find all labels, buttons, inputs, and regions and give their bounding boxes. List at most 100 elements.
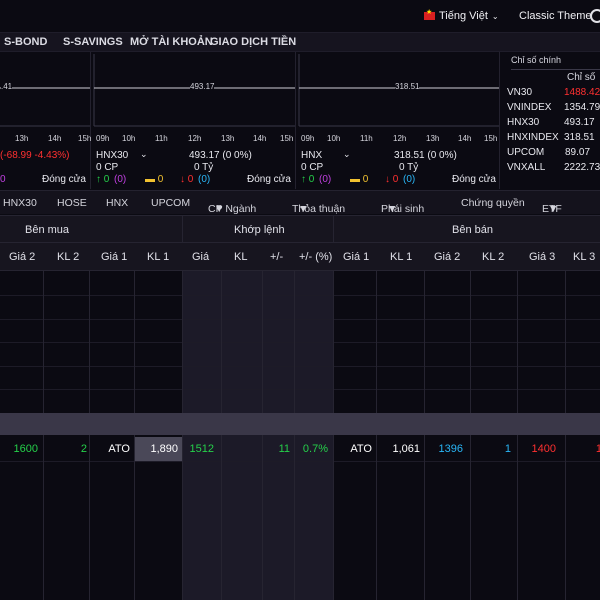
sell-price2-cell: 1396 [438, 443, 463, 455]
search-icon[interactable] [590, 9, 600, 23]
sell-vol2-cell: 1 [504, 443, 511, 455]
tick-label: 09h [301, 134, 315, 143]
theme-selector[interactable]: Classic Theme [519, 10, 592, 22]
tick-label: 14h [48, 134, 62, 143]
tab-upcom[interactable]: UPCOM [151, 197, 190, 209]
tick-label: 14h [253, 134, 267, 143]
index-row[interactable]: VN30 1488.42 [507, 87, 600, 101]
tab-hnx30[interactable]: HNX30 [3, 197, 37, 209]
index-panel-hnx30[interactable]: 493.17 09h 10h 11h 12h 13h 14h 15h HNX30… [92, 52, 296, 189]
col-buy-vol1[interactable]: KL 1 [147, 251, 169, 263]
col-sell-vol2[interactable]: KL 2 [482, 251, 504, 263]
tab-hnx[interactable]: HNX [106, 197, 128, 209]
row-divider [0, 342, 600, 343]
col-sell-vol1[interactable]: KL 1 [390, 251, 412, 263]
row-divider [0, 461, 600, 462]
index-row-name: HNXINDEX [507, 132, 559, 143]
nav-item-ssavings[interactable]: S-SAVINGS [63, 36, 123, 48]
index-name: HNX30 [96, 150, 129, 161]
chevron-down-icon[interactable]: ⌄ [140, 149, 148, 160]
col-sell-price2[interactable]: Giá 2 [434, 251, 460, 263]
time-axis: 13h 14h 15h [0, 134, 91, 144]
sell-vol3-cell: 1 [595, 443, 600, 455]
tick-label: 11h [155, 134, 168, 143]
index-row[interactable]: VNINDEX 1354.79 [507, 102, 600, 116]
index-row-value: 493.17 [564, 117, 595, 128]
index-chart: 493.17 [92, 52, 295, 127]
col-match-price[interactable]: Giá [192, 251, 209, 263]
tab-chung-quyen[interactable]: Chứng quyền [461, 197, 525, 209]
chevron-down-icon: ▼ [214, 203, 225, 215]
down-count: ↓ 0 [385, 174, 399, 185]
tick-label: 10h [327, 134, 341, 143]
col-divider [333, 271, 334, 600]
tick-label: 14h [458, 134, 472, 143]
index-row-value: 89.07 [565, 147, 591, 158]
col-sell-price1[interactable]: Giá 1 [343, 251, 369, 263]
nav-item-money-transfer[interactable]: GIAO DỊCH TIỀN [210, 36, 296, 48]
index-info: (-68.99 -4.43%) 0 Đóng cửa [0, 146, 90, 188]
up-count-value: 0 [103, 174, 110, 185]
index-row[interactable]: VNXALL 2222.73 [507, 162, 600, 176]
index-row[interactable]: HNX30 493.17 [507, 117, 600, 131]
top-bar: Tiếng Việt ⌄ Classic Theme [0, 0, 600, 32]
chevron-down-icon: ▼ [387, 203, 398, 215]
col-buy-vol2[interactable]: KL 2 [57, 251, 79, 263]
col-buy-price2[interactable]: Giá 2 [9, 251, 35, 263]
tick-label: 13h [15, 134, 29, 143]
ceiling-count: (0) [319, 174, 332, 185]
col-divider [221, 271, 222, 600]
index-info: HNX30 ⌄ 493.17 (0 0%) 0 CP 0 Tỷ ↑ 0 (0) … [92, 146, 295, 188]
index-row-name: VNXALL [507, 162, 546, 173]
buy-vol1-cell: 1,890 [150, 443, 178, 455]
tick-label: 15h [484, 134, 498, 143]
tab-hose[interactable]: HOSE [57, 197, 87, 209]
col-divider [294, 271, 295, 600]
nav-item-sbond[interactable]: S-BOND [4, 36, 47, 48]
index-panel-vn30[interactable]: .41 13h 14h 15h (-68.99 -4.43%) 0 Đóng c… [0, 52, 91, 189]
col-divider [134, 271, 135, 600]
col-match-vol[interactable]: KL [234, 251, 247, 263]
sell-vol1-cell: 1,061 [392, 443, 420, 455]
buy-price2-cell: 1600 [13, 443, 38, 455]
language-selector[interactable]: Tiếng Việt ⌄ [424, 8, 499, 22]
group-match: Khớp lệnh [234, 224, 285, 236]
tab-main-indices[interactable]: Chỉ số chính [511, 55, 600, 70]
down-count: ↓ 0 [180, 174, 194, 185]
table-row[interactable]: 1600 2 ATO 1,890 1512 11 0.7% ATO 1,061 … [0, 437, 600, 461]
index-row-value: 318.51 [564, 132, 595, 143]
col-match-change[interactable]: +/- [270, 251, 283, 263]
chevron-down-icon[interactable]: ⌄ [343, 149, 351, 160]
index-panel-hnx[interactable]: 318.51 09h 10h 11h 12h 13h 14h 15h HNX ⌄… [297, 52, 500, 189]
match-change-cell: 11 [278, 443, 290, 455]
col-divider [182, 271, 183, 600]
chevron-down-icon: ▼ [548, 203, 559, 215]
col-match-pct[interactable]: +/- (%) [299, 251, 332, 263]
index-volume: 0 CP [96, 162, 119, 173]
sell-price3-cell: 1400 [531, 443, 556, 455]
index-row-name: HNX30 [507, 117, 540, 128]
col-sell-vol3[interactable]: KL 3 [573, 251, 595, 263]
group-separator-row [0, 413, 600, 435]
down-count-value: 0 [392, 174, 399, 185]
language-label: Tiếng Việt [439, 10, 488, 22]
index-column-header: Chỉ số [567, 72, 596, 83]
reference-count-value: 0 [362, 174, 369, 185]
index-row[interactable]: UPCOM 89.07 [507, 147, 600, 161]
match-pct-cell: 0.7% [302, 443, 328, 455]
up-count-value: 0 [308, 174, 315, 185]
floor-count: (0) [403, 174, 416, 185]
nav-item-open-account[interactable]: MỞ TÀI KHOẢN [130, 36, 213, 48]
index-chart: .41 [0, 52, 90, 127]
col-buy-price1[interactable]: Giá 1 [101, 251, 127, 263]
col-sell-price3[interactable]: Giá 3 [529, 251, 555, 263]
group-buy: Bên mua [25, 224, 70, 236]
col-divider [376, 271, 377, 600]
index-row-value: 2222.73 [564, 162, 600, 173]
main-nav: S-BOND S-SAVINGS MỞ TÀI KHOẢN GIAO DỊCH … [0, 32, 600, 52]
index-name: HNX [301, 150, 323, 161]
time-axis: 09h 10h 11h 12h 13h 14h 15h [297, 134, 499, 144]
index-row[interactable]: HNXINDEX 318.51 [507, 132, 600, 146]
col-divider [43, 271, 44, 600]
floor-count: (0) [198, 174, 211, 185]
